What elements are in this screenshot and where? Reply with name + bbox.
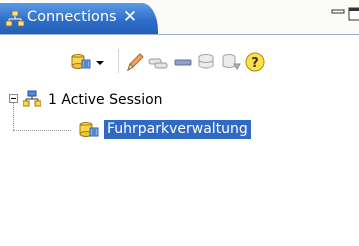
tab-label: Connections (27, 9, 117, 25)
minimize-icon[interactable] (330, 4, 348, 22)
tree-node-connection[interactable]: Fuhrparkverwaltung (104, 120, 251, 139)
connections-view: Connections ✕ ? 1 Active Session Fuhrpar… (0, 0, 359, 246)
help-icon[interactable]: ? (244, 51, 266, 73)
svg-text:?: ? (251, 56, 259, 71)
tree-connector-vertical (13, 103, 14, 130)
view-toolbar: ? (0, 34, 359, 81)
maximize-icon[interactable] (348, 4, 359, 22)
new-connection-icon[interactable] (70, 51, 92, 73)
view-tab-bar: Connections ✕ (0, 0, 359, 34)
tab-connections[interactable]: Connections ✕ (0, 3, 158, 34)
database-icon (196, 51, 218, 73)
close-icon[interactable]: ✕ (121, 8, 139, 26)
edit-pencil-icon[interactable] (124, 51, 146, 73)
toolbar-separator (118, 49, 119, 73)
collapse-toggle[interactable] (9, 94, 18, 103)
tree-node-session[interactable]: 1 Active Session (48, 92, 163, 108)
session-network-icon (22, 90, 42, 108)
disconnect-icon[interactable] (172, 51, 194, 73)
chevron-down-icon[interactable] (94, 51, 106, 73)
connection-icon (78, 120, 100, 140)
tree-connector-horizontal (13, 130, 71, 131)
connect-icon (147, 51, 169, 73)
connections-tree: 1 Active Session Fuhrparkverwaltung (0, 80, 359, 246)
connections-icon (5, 10, 25, 27)
database-export-icon (220, 51, 242, 73)
